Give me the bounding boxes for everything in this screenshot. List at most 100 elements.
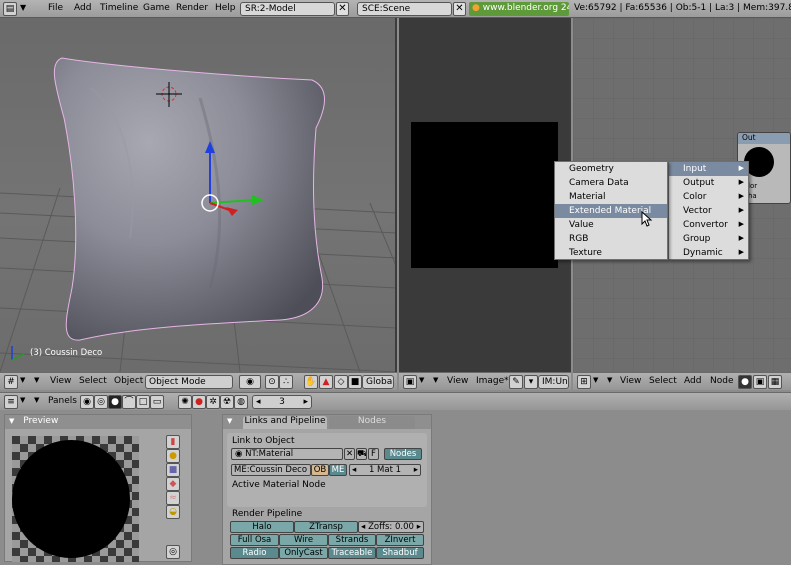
object-context-icon[interactable]: ⌒ [122, 395, 136, 409]
node-tree-selector[interactable]: ◉ NT:Material [231, 448, 343, 460]
menu-add[interactable]: Add [74, 3, 91, 13]
fake-user-button[interactable]: F [368, 448, 379, 460]
collapse-arrow-icon[interactable]: ▼ [433, 376, 438, 384]
zoffs-decrement-icon[interactable]: ◂ [359, 522, 365, 532]
menu-object[interactable]: Object [114, 376, 143, 386]
material-index-decrement-icon[interactable]: ◂ [350, 465, 356, 475]
collapse-arrow-icon[interactable]: ▼ [227, 417, 232, 425]
image-browse-icon[interactable]: ▾ [524, 375, 538, 389]
menu-add[interactable]: Add [684, 376, 701, 386]
menu-render[interactable]: Render [176, 3, 208, 13]
chevron-down-icon[interactable]: ▼ [20, 376, 25, 384]
buttons-window-type-icon[interactable]: ≡ [4, 395, 18, 409]
collapse-arrow-icon[interactable]: ▼ [20, 3, 26, 12]
collapse-arrow-icon[interactable]: ▼ [9, 417, 14, 425]
menu-group[interactable]: Group ▶ [669, 232, 748, 246]
image-editor[interactable] [399, 18, 571, 372]
material-index-field[interactable]: ◂ 1 Mat 1 ▸ [349, 464, 421, 476]
menu-vector[interactable]: Vector ▶ [669, 204, 748, 218]
preview-sphere-icon[interactable]: ● [166, 449, 180, 463]
menu-node[interactable]: Node [710, 376, 734, 386]
frame-field[interactable]: ◂ 3 ▸ [252, 395, 312, 409]
input-material[interactable]: Material [555, 190, 667, 204]
pivot-icon[interactable]: ⊙ [265, 375, 279, 389]
menu-view[interactable]: View [620, 376, 641, 386]
input-rgb[interactable]: RGB [555, 232, 667, 246]
preview-cube-icon[interactable]: ■ [166, 463, 180, 477]
orientation-selector[interactable]: Global [362, 375, 394, 389]
scene-context-icon[interactable]: ▭ [150, 395, 164, 409]
menu-input[interactable]: Input ▶ [669, 162, 748, 176]
script-icon[interactable]: ◎ [94, 395, 108, 409]
radio-button[interactable]: Radio [230, 547, 279, 559]
logic-icon[interactable]: ◉ [80, 395, 94, 409]
shading-icon[interactable]: ◉ [239, 375, 261, 389]
shadbuf-button[interactable]: Shadbuf [376, 547, 424, 559]
material-icon[interactable]: ● [192, 395, 206, 409]
menu-select[interactable]: Select [649, 376, 677, 386]
chevron-down-icon[interactable]: ▼ [20, 396, 25, 404]
material-nodes-icon[interactable]: ● [738, 375, 752, 389]
nodes-toggle-button[interactable]: Nodes [384, 448, 422, 460]
unlink-button[interactable]: ✕ [344, 448, 355, 460]
frame-decrement-icon[interactable]: ◂ [256, 397, 261, 407]
screen-selector[interactable]: SR:2-Model [240, 2, 335, 16]
ztransp-button[interactable]: ZTransp [294, 521, 358, 533]
chevron-down-icon[interactable]: ▼ [593, 376, 598, 384]
image-selector[interactable]: IM:Unti [538, 375, 569, 389]
menu-output[interactable]: Output ▶ [669, 176, 748, 190]
node-editor-type-icon[interactable]: ⊞ [577, 375, 591, 389]
menu-view[interactable]: View [50, 376, 71, 386]
menu-select[interactable]: Select [79, 376, 107, 386]
menu-file[interactable]: File [48, 3, 63, 13]
texture-nodes-icon[interactable]: ▦ [768, 375, 782, 389]
texture-icon[interactable]: ✲ [206, 395, 220, 409]
snap-icon[interactable]: ∴ [279, 375, 293, 389]
lamp-icon[interactable]: ✺ [178, 395, 192, 409]
menu-convertor[interactable]: Convertor ▶ [669, 218, 748, 232]
menu-help[interactable]: Help [215, 3, 236, 13]
mesh-link-field[interactable]: ME:Coussin Deco [231, 464, 311, 476]
grid-icon[interactable]: # [4, 375, 18, 389]
shading-context-icon[interactable]: ● [108, 395, 122, 409]
3d-viewport[interactable]: (3) Coussin Deco [0, 18, 397, 372]
traceable-button[interactable]: Traceable [328, 547, 376, 559]
tab-nodes[interactable]: Nodes [329, 416, 415, 429]
input-geometry[interactable]: Geometry [555, 162, 667, 176]
material-index-increment-icon[interactable]: ▸ [414, 465, 420, 475]
world-icon[interactable]: ◍ [234, 395, 248, 409]
radiosity-icon[interactable]: ☢ [220, 395, 234, 409]
composite-nodes-icon[interactable]: ▣ [753, 375, 767, 389]
collapse-arrow-icon[interactable]: ▼ [607, 376, 612, 384]
wire-button[interactable]: Wire [279, 534, 328, 546]
collapse-arrow-icon[interactable]: ▼ [34, 396, 39, 404]
halo-button[interactable]: Halo [230, 521, 294, 533]
menu-timeline[interactable]: Timeline [100, 3, 138, 13]
preview-monkey-icon[interactable]: ◆ [166, 477, 180, 491]
rotate-icon[interactable]: ▲ [319, 375, 333, 389]
output-node-header[interactable]: Out [738, 133, 790, 144]
menu-game[interactable]: Game [143, 3, 170, 13]
menu-image[interactable]: Image* [476, 376, 509, 386]
menu-view[interactable]: View [447, 376, 468, 386]
tab-links-and-pipeline[interactable]: Links and Pipeline [243, 416, 327, 429]
ob-link-button[interactable]: OB [311, 464, 329, 476]
fake-user-icon[interactable]: ⛟ [356, 448, 367, 460]
preview-panel-header[interactable]: ▼ Preview [5, 415, 191, 429]
preview-sky-icon[interactable]: ◒ [166, 505, 180, 519]
onlycast-button[interactable]: OnlyCast [279, 547, 328, 559]
collapse-arrow-icon[interactable]: ▼ [34, 376, 39, 384]
image-editor-type-icon[interactable]: ▣ [403, 375, 417, 389]
preview-plane-icon[interactable]: ▮ [166, 435, 180, 449]
frame-increment-icon[interactable]: ▸ [303, 397, 308, 407]
menu-dynamic[interactable]: Dynamic ▶ [669, 246, 748, 260]
close-screen-button[interactable]: ✕ [336, 2, 349, 16]
menu-color[interactable]: Color ▶ [669, 190, 748, 204]
me-link-button[interactable]: ME [329, 464, 347, 476]
chevron-down-icon[interactable]: ▼ [419, 376, 424, 384]
close-scene-button[interactable]: ✕ [453, 2, 466, 16]
zoffs-field[interactable]: ◂ Zoffs: 0.00 ▸ [358, 521, 424, 533]
mode-selector[interactable]: Object Mode [145, 375, 233, 389]
input-texture[interactable]: Texture [555, 246, 667, 260]
blender-url-badge[interactable]: ● www.blender.org 249 [469, 2, 569, 16]
